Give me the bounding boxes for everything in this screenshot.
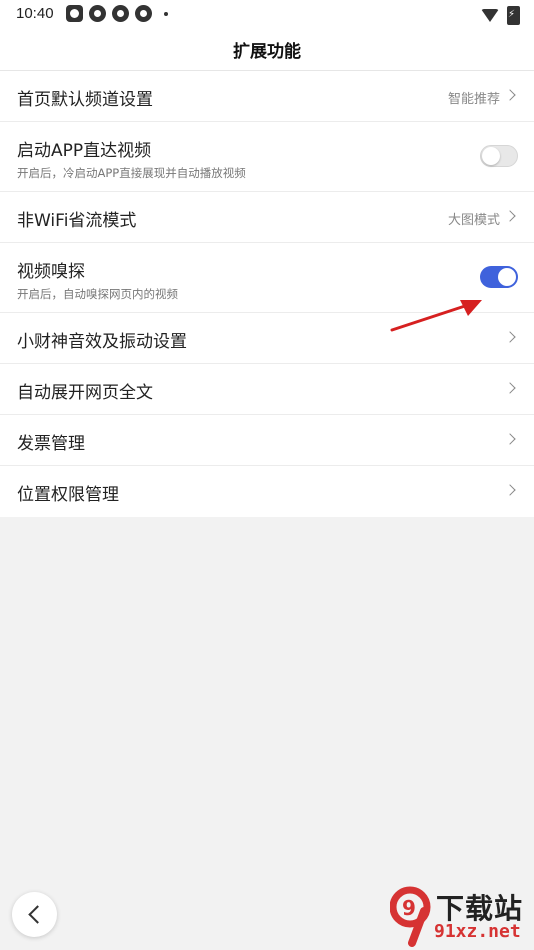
setting-value: 智能推荐 bbox=[447, 92, 500, 107]
aperture-icon bbox=[135, 5, 152, 22]
setting-subtitle: 开启后，冷启动APP直接展现并自动播放视频 bbox=[17, 166, 246, 180]
annotation-arrow-icon bbox=[390, 300, 482, 332]
chevron-right-icon bbox=[504, 433, 516, 445]
watermark: 9 下载站 91xz.net bbox=[390, 885, 534, 950]
setting-homepage-channel[interactable]: 首页默认频道设置 智能推荐 bbox=[0, 71, 534, 122]
setting-label: 发票管理 bbox=[17, 434, 85, 454]
battery-charging-icon bbox=[507, 6, 520, 25]
setting-label: 视频嗅探 bbox=[17, 262, 85, 282]
chevron-right-icon bbox=[504, 382, 516, 394]
title-bar: 扩展功能 bbox=[0, 28, 534, 71]
video-sniffing-toggle[interactable] bbox=[480, 266, 518, 288]
paw-icon bbox=[66, 5, 83, 22]
aperture-icon bbox=[112, 5, 129, 22]
setting-non-wifi-saver[interactable]: 非WiFi省流模式 大图模式 bbox=[0, 192, 534, 243]
wifi-icon bbox=[481, 9, 499, 22]
chevron-right-icon bbox=[504, 484, 516, 496]
toggle-knob bbox=[482, 147, 500, 165]
status-time: 10:40 bbox=[16, 5, 54, 22]
setting-invoice[interactable]: 发票管理 bbox=[0, 415, 534, 466]
setting-label: 启动APP直达视频 bbox=[17, 141, 152, 161]
status-bar: 10:40 bbox=[0, 0, 534, 28]
watermark-url: 91xz.net bbox=[434, 921, 521, 942]
watermark-logo: 9 bbox=[390, 886, 431, 947]
setting-launch-to-video: 启动APP直达视频 开启后，冷启动APP直接展现并自动播放视频 bbox=[0, 122, 534, 192]
toggle-knob bbox=[498, 268, 516, 286]
launch-to-video-toggle[interactable] bbox=[480, 145, 518, 167]
chevron-right-icon bbox=[504, 210, 516, 222]
setting-label: 位置权限管理 bbox=[17, 485, 119, 505]
settings-list: 首页默认频道设置 智能推荐 启动APP直达视频 开启后，冷启动APP直接展现并自… bbox=[0, 71, 534, 517]
aperture-icon bbox=[89, 5, 106, 22]
page-title: 扩展功能 bbox=[233, 41, 301, 62]
setting-label: 首页默认频道设置 bbox=[17, 90, 153, 110]
chevron-right-icon bbox=[504, 89, 516, 101]
notification-icons bbox=[66, 5, 168, 22]
back-button[interactable] bbox=[12, 892, 57, 937]
setting-label: 非WiFi省流模式 bbox=[17, 211, 137, 231]
setting-label: 自动展开网页全文 bbox=[17, 383, 153, 403]
setting-location-permission[interactable]: 位置权限管理 bbox=[0, 466, 534, 517]
status-right-icons bbox=[481, 6, 520, 25]
watermark-logo-text: 9 bbox=[402, 896, 416, 920]
setting-expand-fulltext[interactable]: 自动展开网页全文 bbox=[0, 364, 534, 415]
setting-label: 小财神音效及振动设置 bbox=[17, 332, 187, 352]
setting-subtitle: 开启后，自动嗅探网页内的视频 bbox=[17, 287, 178, 301]
setting-value: 大图模式 bbox=[447, 213, 500, 228]
chevron-right-icon bbox=[504, 331, 516, 343]
more-notifications-dot bbox=[164, 11, 168, 16]
